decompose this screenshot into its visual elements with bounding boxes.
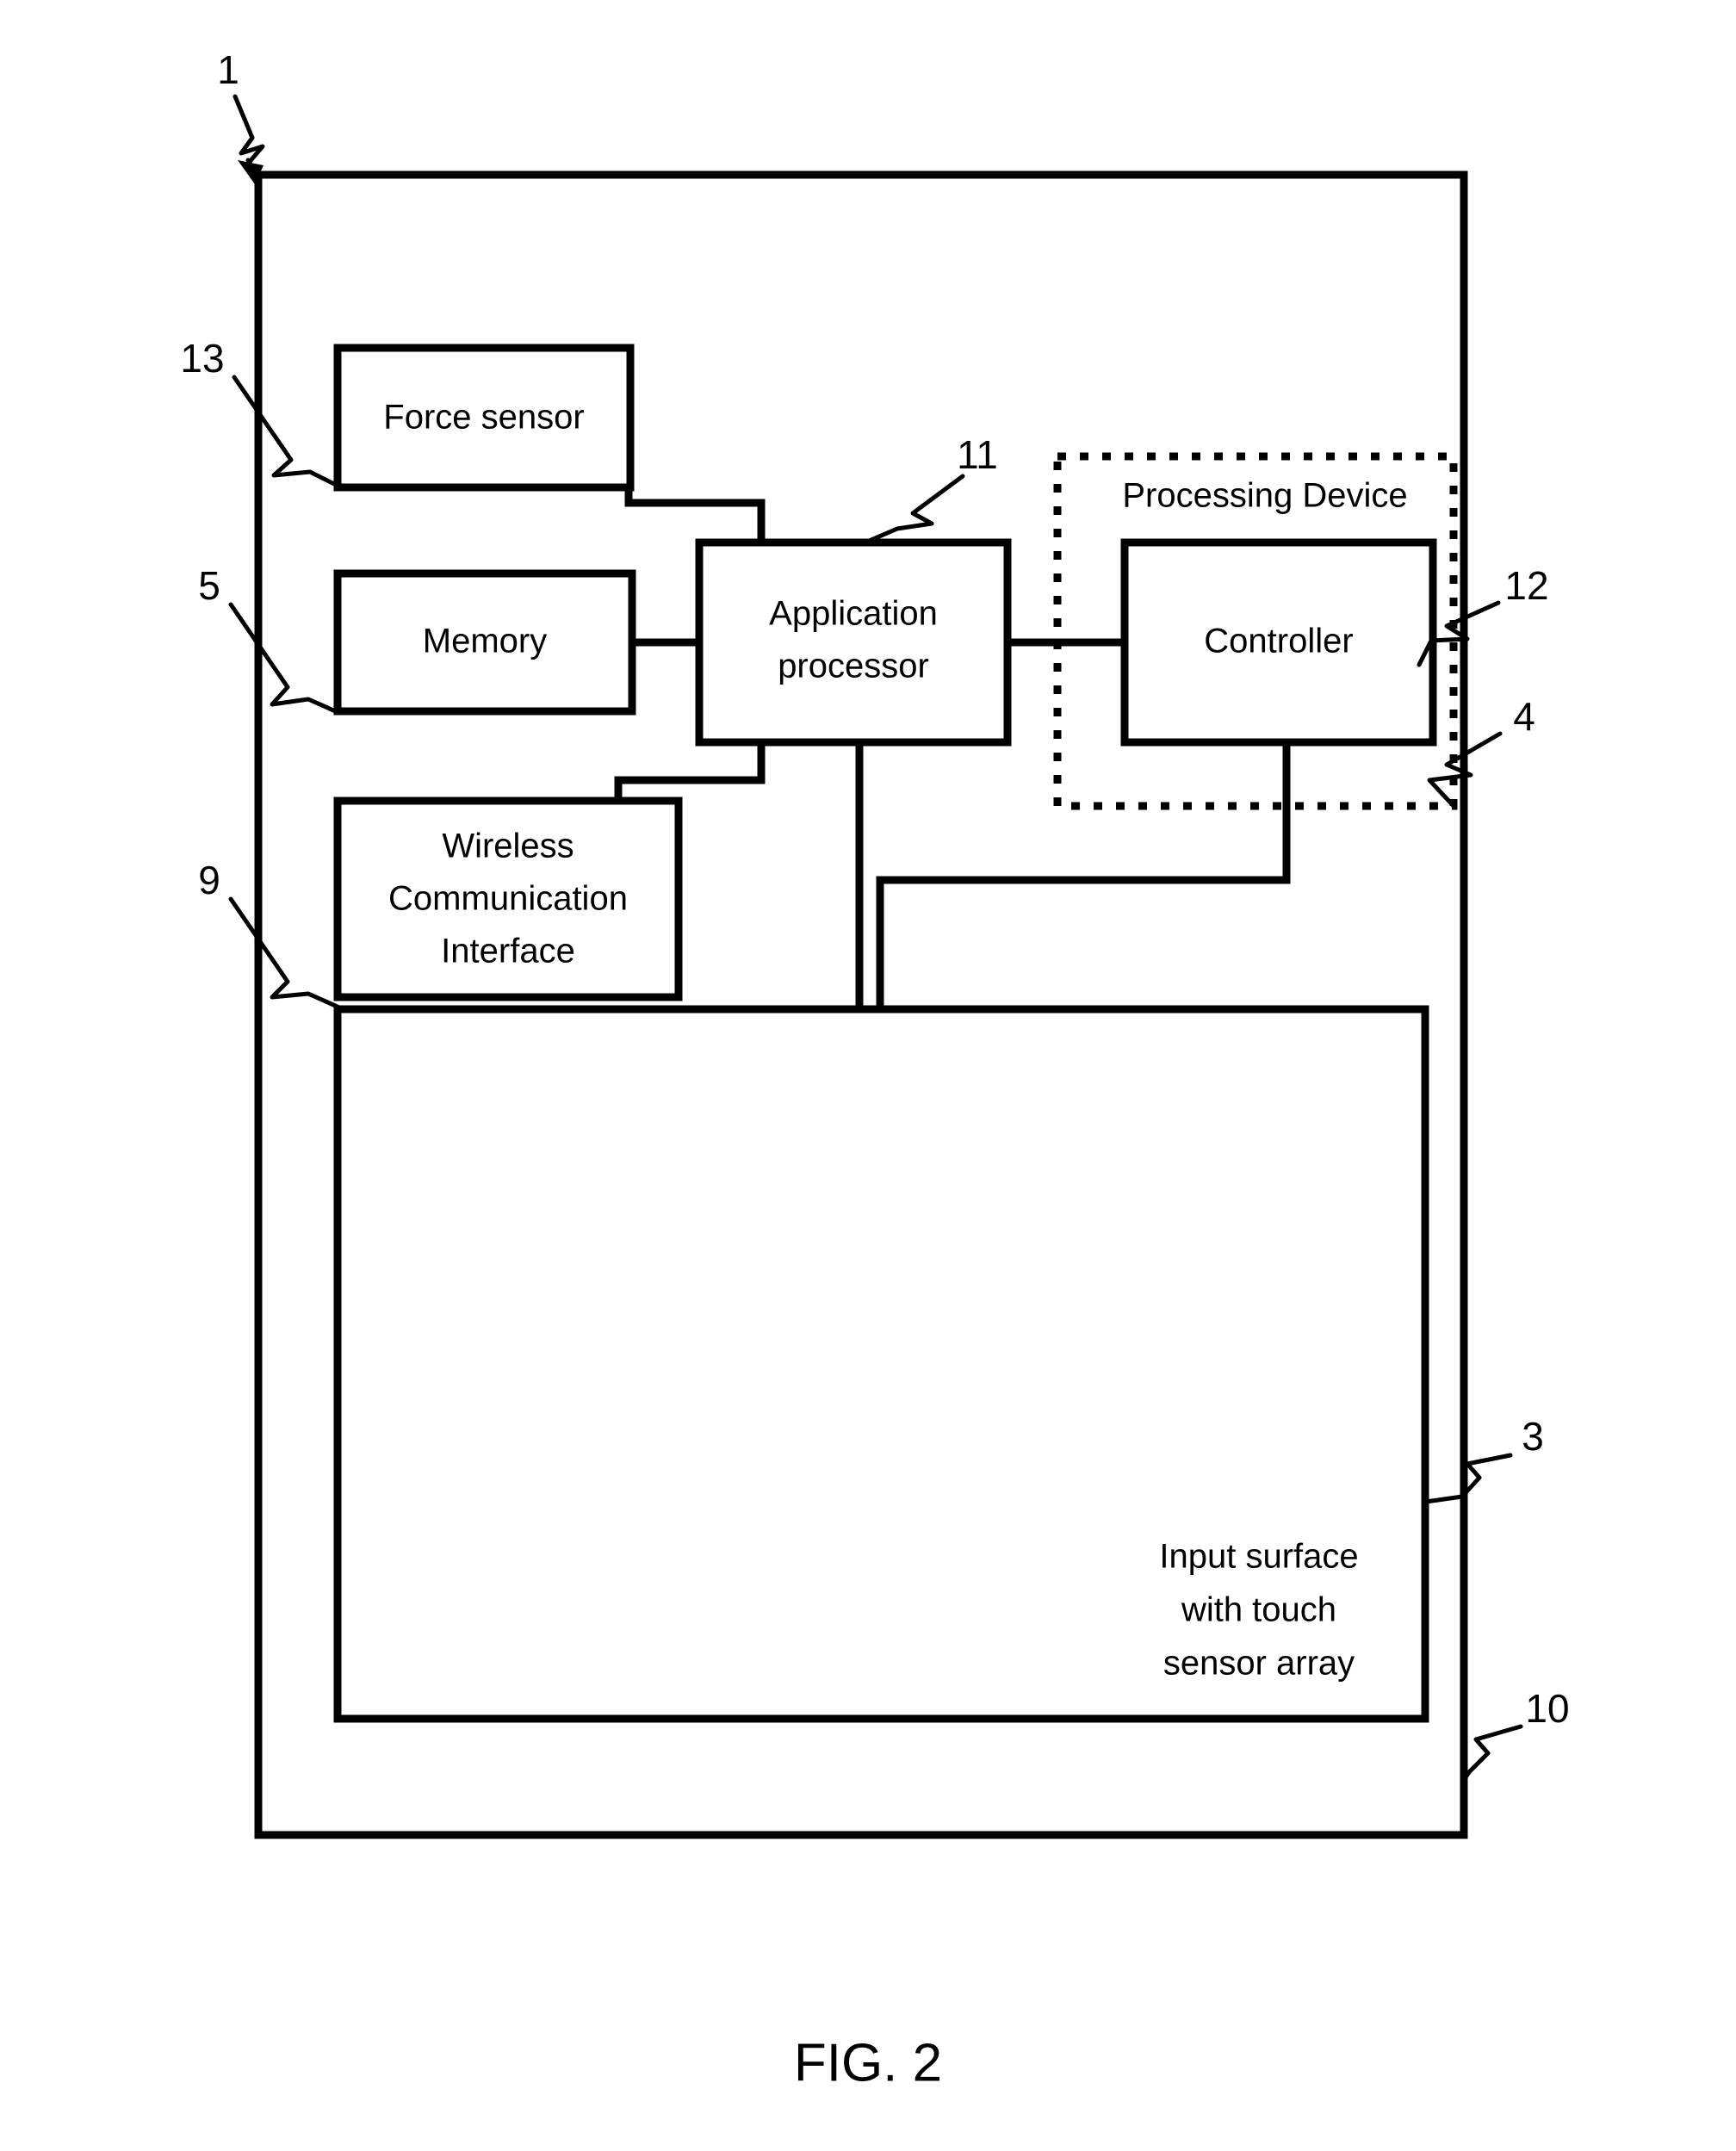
ref-numeral-1: 1 <box>217 47 239 92</box>
figure-canvas: Force sensor Memory Wireless Communicati… <box>0 0 1736 2151</box>
leader-ref-10 <box>1463 1724 1523 1780</box>
wireless-interface-label-line2: Communication <box>388 880 628 918</box>
leader-ref-1 <box>232 94 265 166</box>
force-sensor-label: Force sensor <box>383 399 584 437</box>
ref-numeral-10: 10 <box>1525 1686 1569 1731</box>
input-surface-label-line3: sensor array <box>1163 1645 1355 1683</box>
ref-numeral-12: 12 <box>1504 563 1548 608</box>
patent-figure-svg: Force sensor Memory Wireless Communicati… <box>180 47 1569 2092</box>
processing-device-label: Processing Device <box>1122 477 1407 515</box>
ref-numeral-5: 5 <box>198 563 220 608</box>
input-surface-label-line2: with touch <box>1181 1591 1336 1629</box>
figure-caption: FIG. 2 <box>794 2033 942 2092</box>
wireless-interface-label-line1: Wireless <box>442 828 574 865</box>
application-processor-block[interactable] <box>695 538 1012 747</box>
ref-numeral-9: 9 <box>198 858 220 902</box>
controller-label: Controller <box>1204 623 1353 660</box>
ref-numeral-11: 11 <box>957 432 998 477</box>
ref-numeral-4: 4 <box>1513 694 1535 739</box>
application-processor-label-line2: processor <box>778 648 929 685</box>
memory-label: Memory <box>423 623 547 660</box>
application-processor-label-line1: Application <box>769 595 938 633</box>
ref-numeral-13: 13 <box>180 336 224 381</box>
ref-numeral-3: 3 <box>1522 1414 1544 1459</box>
input-surface-label-line1: Input surface <box>1159 1538 1358 1576</box>
wireless-interface-label-line3: Interface <box>441 933 575 970</box>
